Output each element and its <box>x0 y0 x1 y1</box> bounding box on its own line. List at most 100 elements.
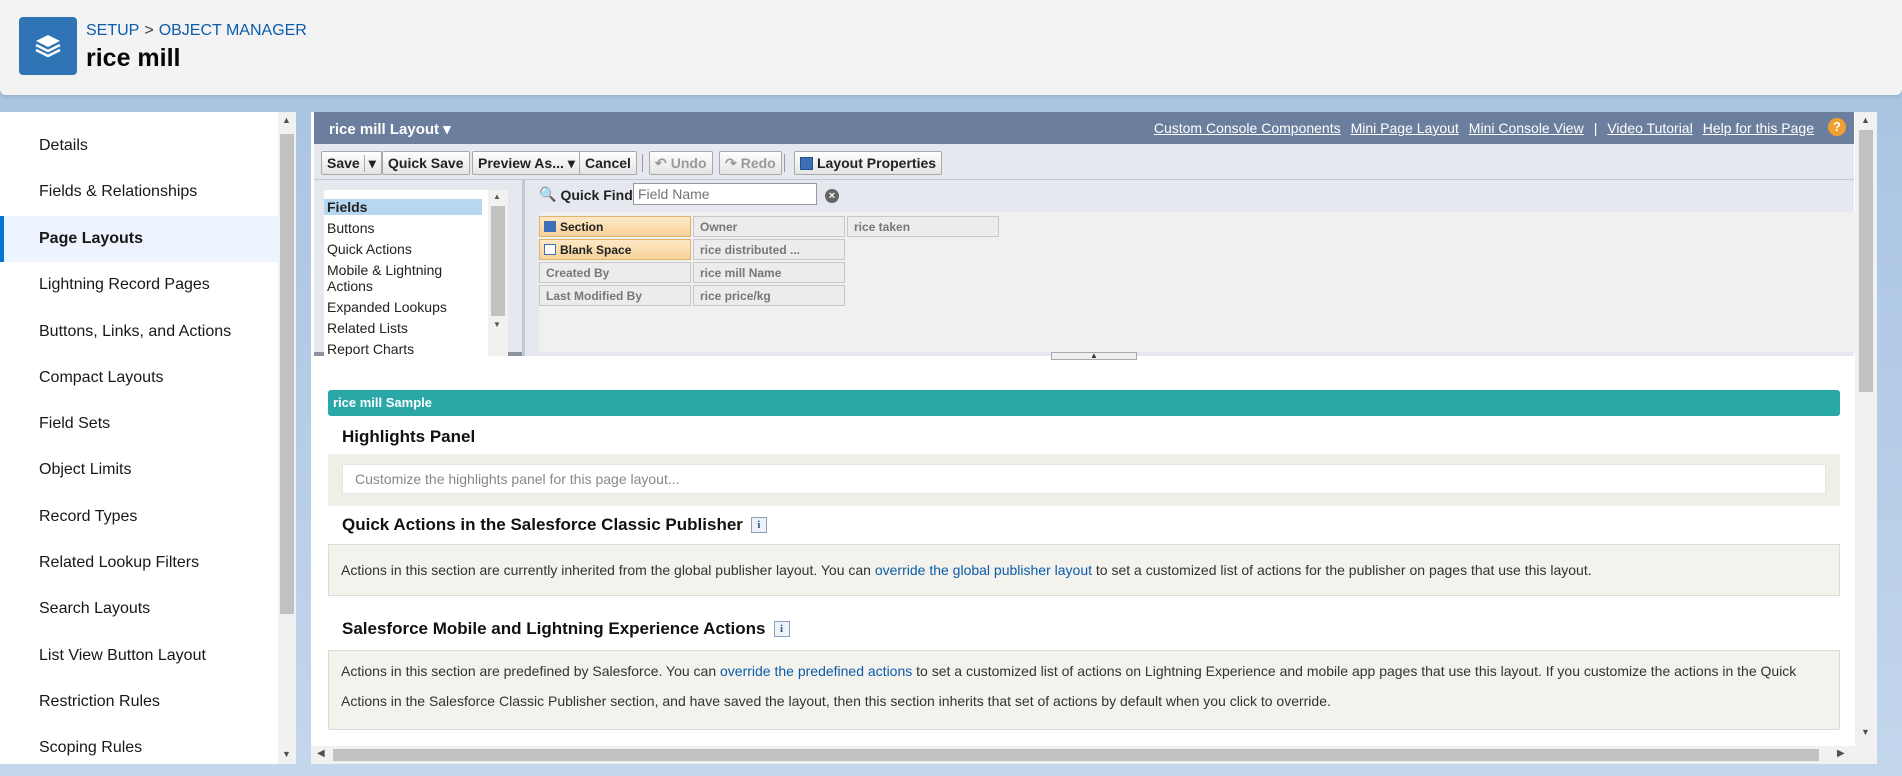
override-global-publisher-link[interactable]: override the global publisher layout <box>875 562 1092 578</box>
layout-header-bar: rice mill Layout ▾ Custom Console Compon… <box>314 112 1854 144</box>
section-icon <box>544 221 556 232</box>
sidebar-item-scoping-rules[interactable]: Scoping Rules <box>0 725 278 764</box>
redo-button[interactable]: ↷ Redo <box>719 151 782 175</box>
note-text: Actions in the Salesforce Classic Publis… <box>341 693 1331 709</box>
save-label: Save <box>327 155 360 171</box>
sidebar-item-record-types[interactable]: Record Types <box>0 494 278 540</box>
preview-as-label: Preview As... <box>478 155 564 171</box>
sidebar-item-list-view-button-layout[interactable]: List View Button Layout <box>0 633 278 679</box>
sidebar-item-search-layouts[interactable]: Search Layouts <box>0 586 278 632</box>
link-separator: | <box>1593 120 1598 136</box>
sidebar-item-page-layouts[interactable]: Page Layouts <box>0 216 278 262</box>
category-expanded-lookups[interactable]: Expanded Lookups <box>327 299 447 315</box>
sidebar-scrollbar[interactable]: ▲ ▼ <box>278 112 296 764</box>
scroll-right-icon[interactable]: ▶ <box>1837 748 1845 759</box>
sidebar-scroll-thumb[interactable] <box>280 134 294 614</box>
quick-actions-label: Quick Actions in the Salesforce Classic … <box>342 515 743 534</box>
page-header: SETUP > OBJECT MANAGER rice mill <box>0 0 1902 95</box>
layout-title-dropdown[interactable]: rice mill Layout ▾ <box>329 120 451 138</box>
palette-field-grid: Section Blank Space Created By Last Modi… <box>539 212 1857 352</box>
layout-links: Custom Console Components Mini Page Layo… <box>1154 120 1814 136</box>
layout-editor: rice mill Layout ▾ Custom Console Compon… <box>311 112 1877 764</box>
palette-field-created-by[interactable]: Created By <box>539 262 691 283</box>
main-vertical-scroll-thumb[interactable] <box>1859 130 1873 392</box>
main-horizontal-scroll-thumb[interactable] <box>333 749 1819 761</box>
save-button[interactable]: Save ▾ <box>321 151 382 175</box>
preview-as-button[interactable]: Preview As... ▾ <box>472 151 581 175</box>
palette-field-rice-distributed[interactable]: rice distributed ... <box>693 239 845 260</box>
redo-icon: ↷ <box>725 154 737 171</box>
palette-field-rice-price-kg[interactable]: rice price/kg <box>693 285 845 306</box>
highlights-panel-placeholder[interactable]: Customize the highlights panel for this … <box>342 464 1826 494</box>
mobile-actions-label: Salesforce Mobile and Lightning Experien… <box>342 619 766 638</box>
category-scrollbar[interactable]: ▲ ▼ <box>488 190 508 356</box>
layout-properties-icon <box>800 156 813 170</box>
mini-console-view-link[interactable]: Mini Console View <box>1469 120 1584 136</box>
breadcrumb-object-manager[interactable]: OBJECT MANAGER <box>159 22 307 39</box>
sidebar-item-buttons-links-actions[interactable]: Buttons, Links, and Actions <box>0 309 278 355</box>
scroll-up-icon[interactable]: ▲ <box>1861 115 1870 125</box>
toolbar-divider <box>784 154 785 172</box>
undo-button[interactable]: ↶ Undo <box>649 151 713 175</box>
palette-section-item[interactable]: Section <box>539 216 691 237</box>
info-icon[interactable]: i <box>750 517 767 533</box>
category-report-charts[interactable]: Report Charts <box>327 341 414 356</box>
highlights-panel: Customize the highlights panel for this … <box>328 454 1840 506</box>
video-tutorial-link[interactable]: Video Tutorial <box>1607 120 1692 136</box>
sidebar-item-details[interactable]: Details <box>0 123 278 169</box>
scroll-down-icon[interactable]: ▼ <box>282 749 291 759</box>
caret-down-icon[interactable]: ▾ <box>363 154 376 172</box>
main-horizontal-scrollbar[interactable]: ◀ ▶ <box>311 746 1855 764</box>
help-for-this-page-link[interactable]: Help for this Page <box>1703 120 1814 136</box>
override-predefined-actions-link[interactable]: override the predefined actions <box>720 663 912 679</box>
cancel-button[interactable]: Cancel <box>579 151 637 175</box>
scroll-down-icon[interactable]: ▼ <box>1861 727 1870 737</box>
palette-field-rice-mill-name[interactable]: rice mill Name <box>693 262 845 283</box>
caret-down-icon: ▾ <box>567 154 575 171</box>
quick-find-label: Quick Find <box>560 186 633 203</box>
palette-fields-area: 🔍 Quick Find × Section Blank Space Creat… <box>522 180 1857 356</box>
custom-console-components-link[interactable]: Custom Console Components <box>1154 120 1341 136</box>
palette-collapse-handle[interactable]: ▲ <box>1051 352 1137 360</box>
sidebar-item-compact-layouts[interactable]: Compact Layouts <box>0 355 278 401</box>
scroll-up-icon[interactable]: ▲ <box>493 192 501 201</box>
note-text: Actions in this section are currently in… <box>341 562 875 578</box>
layout-canvas: rice mill Sample Highlights Panel Custom… <box>314 360 1854 750</box>
quick-save-button[interactable]: Quick Save <box>382 151 470 175</box>
category-mobile-lightning-actions[interactable]: Mobile & Lightning Actions <box>327 262 457 294</box>
quick-find-input[interactable] <box>633 183 817 205</box>
sidebar-item-object-limits[interactable]: Object Limits <box>0 447 278 493</box>
sidebar-item-related-lookup-filters[interactable]: Related Lookup Filters <box>0 540 278 586</box>
help-icon[interactable]: ? <box>1828 118 1846 136</box>
category-scroll-thumb[interactable] <box>491 206 505 316</box>
palette-field-rice-taken[interactable]: rice taken <box>847 216 999 237</box>
breadcrumb: SETUP > OBJECT MANAGER <box>86 22 307 40</box>
undo-label: Undo <box>670 155 707 171</box>
scroll-down-icon[interactable]: ▼ <box>493 320 501 329</box>
category-fields[interactable]: Fields <box>324 199 482 215</box>
redo-label: Redo <box>740 155 776 171</box>
sidebar-item-fields-relationships[interactable]: Fields & Relationships <box>0 169 278 215</box>
clear-icon[interactable]: × <box>825 189 839 203</box>
palette-field-last-modified-by[interactable]: Last Modified By <box>539 285 691 306</box>
sidebar-item-field-sets[interactable]: Field Sets <box>0 401 278 447</box>
quick-actions-title: Quick Actions in the Salesforce Classic … <box>342 515 767 535</box>
sidebar-item-restriction-rules[interactable]: Restriction Rules <box>0 679 278 725</box>
main-vertical-scrollbar[interactable]: ▲ ▼ <box>1855 112 1877 764</box>
sidebar-item-lightning-record-pages[interactable]: Lightning Record Pages <box>0 262 278 308</box>
palette-field-owner[interactable]: Owner <box>693 216 845 237</box>
info-icon[interactable]: i <box>773 621 790 637</box>
palette-field-label: Blank Space <box>560 243 632 257</box>
palette-blank-space-item[interactable]: Blank Space <box>539 239 691 260</box>
highlights-panel-title: Highlights Panel <box>342 427 475 447</box>
breadcrumb-setup[interactable]: SETUP <box>86 22 139 39</box>
scroll-up-icon[interactable]: ▲ <box>282 115 291 125</box>
highlights-panel-label: Highlights Panel <box>342 427 476 446</box>
category-buttons[interactable]: Buttons <box>327 220 374 236</box>
category-quick-actions[interactable]: Quick Actions <box>327 241 412 257</box>
category-related-lists[interactable]: Related Lists <box>327 320 408 336</box>
layout-properties-button[interactable]: Layout Properties <box>794 151 943 175</box>
scroll-left-icon[interactable]: ◀ <box>317 748 325 759</box>
note-text: to set a customized list of actions for … <box>1092 562 1592 578</box>
mini-page-layout-link[interactable]: Mini Page Layout <box>1351 120 1459 136</box>
